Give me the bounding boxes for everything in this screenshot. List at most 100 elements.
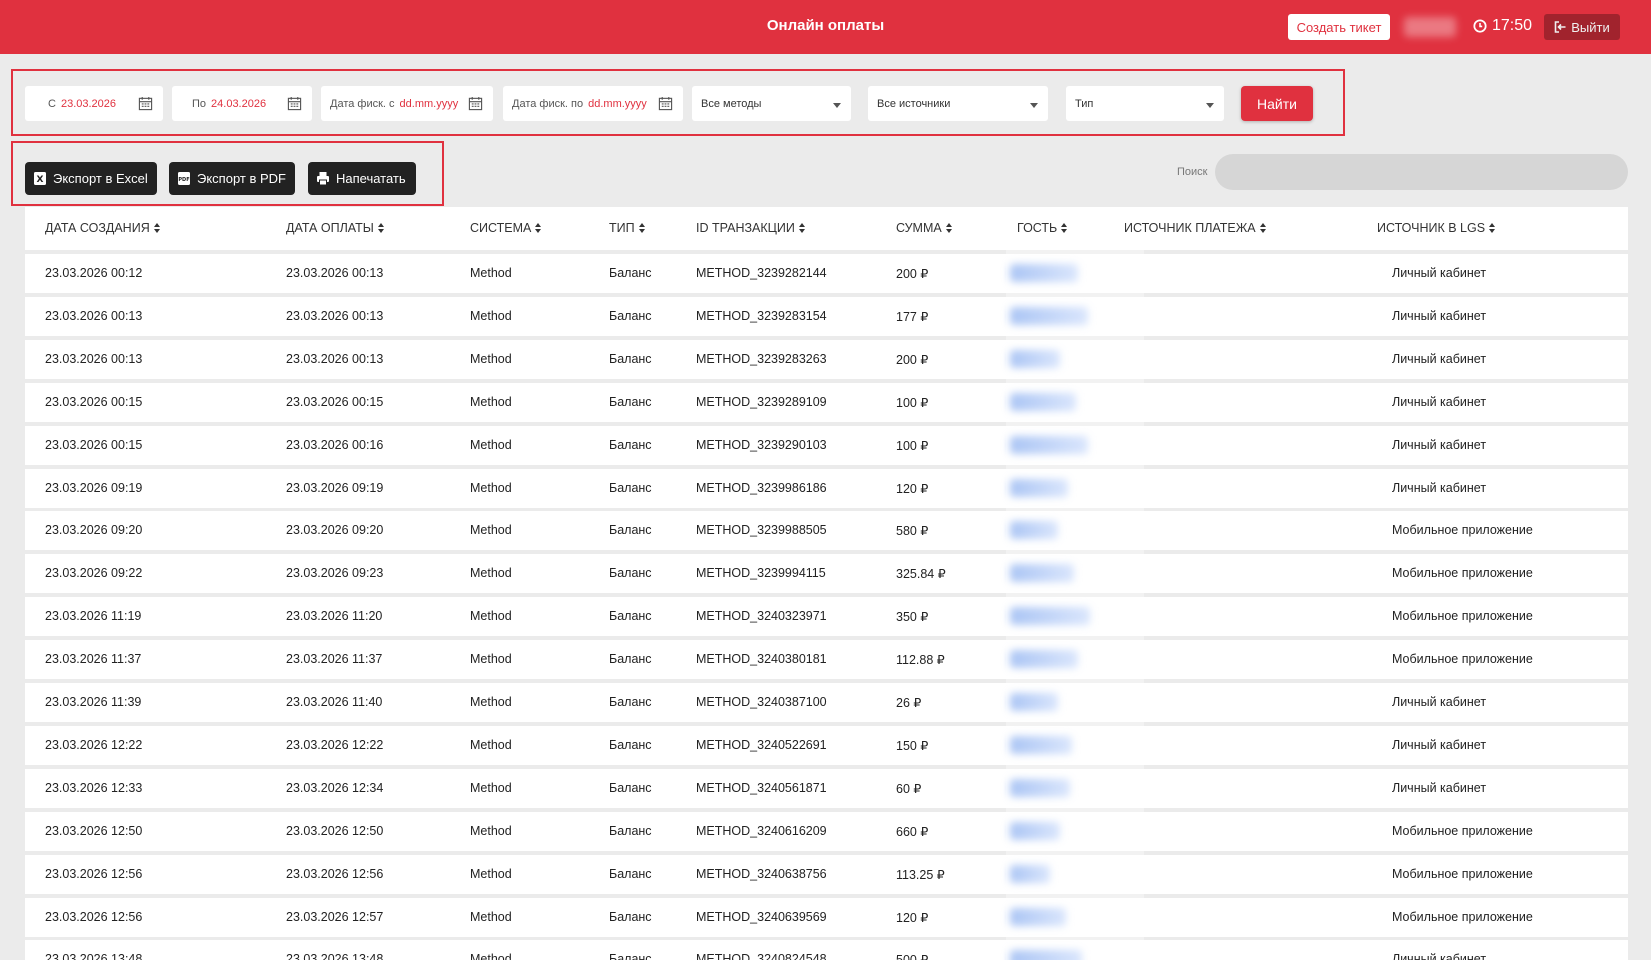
cell-created-date: 23.03.2026 09:22 [45, 566, 143, 581]
cell-amount: 177 ₽ [896, 309, 929, 324]
guest-name-blurred [1010, 264, 1078, 282]
cell-payment-date: 23.03.2026 11:40 [286, 695, 383, 709]
sort-icon [1489, 223, 1496, 233]
cell-payment-date: 23.03.2026 11:37 [286, 652, 383, 667]
cell-created-date: 23.03.2026 00:12 [45, 266, 143, 280]
export-excel-button[interactable]: X Экспорт в Excel [25, 162, 157, 195]
table-row[interactable]: 23.03.2026 12:56 23.03.2026 12:57 Method Ба… [25, 897, 1628, 937]
table-row[interactable]: 23.03.2026 00:13 23.03.2026 00:13 Method Ба… [25, 339, 1628, 379]
cell-system: Method [470, 780, 512, 795]
col-payment-source[interactable]: ИСТОЧНИК ПЛАТЕЖА [1124, 221, 1267, 235]
table-row[interactable]: 23.03.2026 09:19 23.03.2026 09:19 Method Ба… [25, 468, 1628, 508]
table-row[interactable]: 23.03.2026 00:13 23.03.2026 00:13 Method Ба… [25, 296, 1628, 336]
table-row[interactable]: 23.03.2026 00:15 23.03.2026 00:15 Method Ба… [25, 382, 1628, 422]
sort-icon [638, 223, 646, 233]
table-row[interactable]: 23.03.2026 12:22 23.03.2026 12:22 Method Ба… [25, 725, 1628, 765]
fisc-date-from-label: Дата фиск. с [330, 97, 395, 110]
col-amount-label: СУММА [896, 221, 942, 235]
type-select[interactable]: Тип [1066, 86, 1224, 121]
svg-text:PDF: PDF [178, 177, 189, 183]
cell-lgs-source: Личный кабинет [1392, 266, 1487, 280]
cell-type: Баланс [609, 480, 652, 495]
guest-name-blurred [1010, 693, 1058, 711]
cell-created-date: 23.03.2026 12:33 [45, 780, 143, 795]
table-row[interactable]: 23.03.2026 12:33 23.03.2026 12:34 Method Ба… [25, 768, 1628, 808]
cell-created-date: 23.03.2026 00:15 [45, 437, 143, 452]
search-input[interactable] [1215, 154, 1628, 190]
cell-amount: 350 ₽ [896, 610, 929, 625]
col-payment-date[interactable]: ДАТА ОПЛАТЫ [286, 221, 385, 235]
create-ticket-button[interactable]: Создать тикет [1288, 14, 1390, 40]
cell-type: Баланс [609, 523, 652, 538]
cell-created-date: 23.03.2026 00:13 [45, 351, 143, 366]
fisc-date-from-field[interactable]: Дата фиск. с dd.mm.yyyy [321, 86, 493, 121]
type-select-value: Тип [1075, 97, 1094, 110]
date-from-field[interactable]: С 23.03.2026 [25, 86, 163, 121]
col-type[interactable]: ТИП [609, 221, 646, 235]
sort-icon [377, 223, 385, 233]
col-transaction-id[interactable]: ID ТРАНЗАКЦИИ [696, 221, 806, 235]
date-to-field[interactable]: По 24.03.2026 [172, 86, 312, 121]
table-row[interactable]: 23.03.2026 09:20 23.03.2026 09:20 Method Ба… [25, 511, 1628, 551]
cell-transaction-id: METHOD_3239986186 [696, 480, 827, 495]
cell-amount: 26 ₽ [896, 696, 922, 710]
guest-name-blurred [1010, 349, 1060, 368]
col-guest-label: ГОСТЬ [1017, 221, 1058, 235]
col-created-date[interactable]: ДАТА СОЗДАНИЯ [45, 221, 161, 235]
cell-created-date: 23.03.2026 11:37 [45, 652, 142, 667]
table-row[interactable]: 23.03.2026 00:12 23.03.2026 00:13 Method Ба… [25, 254, 1628, 293]
cell-type: Баланс [609, 394, 652, 409]
cell-payment-date: 23.03.2026 12:34 [286, 780, 384, 795]
clock: 17:50 [1473, 17, 1532, 35]
col-lgs-source[interactable]: ИСТОЧНИК В LGS [1377, 221, 1496, 235]
caret-down-icon [1030, 103, 1038, 108]
caret-down-icon [833, 103, 841, 108]
cell-payment-date: 23.03.2026 12:22 [286, 737, 384, 752]
table-row[interactable]: 23.03.2026 09:22 23.03.2026 09:23 Method Ба… [25, 554, 1628, 594]
methods-select[interactable]: Все методы [692, 86, 851, 121]
svg-text:X: X [37, 175, 44, 185]
table-row[interactable]: 23.03.2026 00:15 23.03.2026 00:16 Method Ба… [25, 425, 1628, 465]
calendar-icon[interactable] [287, 96, 302, 111]
fisc-date-to-field[interactable]: Дата фиск. по dd.mm.yyyy [503, 86, 683, 121]
cell-lgs-source: Мобильное приложение [1392, 566, 1533, 581]
col-amount[interactable]: СУММА [896, 221, 953, 235]
table-row[interactable]: 23.03.2026 13:48 23.03.2026 13:48 Method Ба… [25, 940, 1628, 960]
sort-icon [1259, 223, 1267, 233]
cell-system: Method [470, 652, 512, 667]
cell-created-date: 23.03.2026 09:19 [45, 480, 143, 495]
table-row[interactable]: 23.03.2026 11:37 23.03.2026 11:37 Method Ба… [25, 640, 1628, 680]
table-row[interactable]: 23.03.2026 12:56 23.03.2026 12:56 Method Ба… [25, 854, 1628, 894]
guest-name-blurred [1010, 778, 1070, 797]
cell-type: Баланс [609, 437, 652, 452]
guest-name-blurred [1010, 950, 1082, 960]
cell-transaction-id: METHOD_3240323971 [696, 609, 827, 624]
cell-amount: 200 ₽ [896, 267, 929, 281]
cell-payment-date: 23.03.2026 00:15 [286, 394, 384, 409]
cell-lgs-source: Личный кабинет [1392, 780, 1487, 795]
calendar-icon[interactable] [138, 96, 153, 111]
calendar-icon[interactable] [658, 96, 673, 111]
sources-select[interactable]: Все источники [868, 86, 1048, 121]
table-row[interactable]: 23.03.2026 11:39 23.03.2026 11:40 Method Ба… [25, 683, 1628, 722]
table-row[interactable]: 23.03.2026 12:50 23.03.2026 12:50 Method Ба… [25, 811, 1628, 851]
cell-lgs-source: Мобильное приложение [1392, 523, 1533, 538]
sort-icon [535, 223, 542, 233]
cell-transaction-id: METHOD_3239988505 [696, 523, 827, 538]
find-button[interactable]: Найти [1241, 86, 1313, 121]
logout-button[interactable]: Выйти [1544, 14, 1620, 40]
table-header: ДАТА СОЗДАНИЯ ДАТА ОПЛАТЫ СИСТЕМА ТИП ID… [25, 207, 1628, 250]
cell-type: Баланс [609, 866, 652, 881]
cell-lgs-source: Мобильное приложение [1392, 909, 1533, 924]
col-guest[interactable]: ГОСТЬ [1017, 221, 1068, 235]
table-row[interactable]: 23.03.2026 11:19 23.03.2026 11:20 Method Ба… [25, 597, 1628, 637]
print-button[interactable]: Напечатать [308, 162, 416, 195]
export-pdf-button[interactable]: PDF Экспорт в PDF [169, 162, 295, 195]
cell-transaction-id: METHOD_3240561871 [696, 780, 827, 795]
calendar-icon[interactable] [468, 96, 483, 111]
sort-icon [945, 223, 953, 233]
col-system[interactable]: СИСТЕМА [470, 221, 542, 235]
col-payment-date-label: ДАТА ОПЛАТЫ [286, 221, 374, 235]
cell-created-date: 23.03.2026 11:19 [45, 609, 142, 624]
cell-system: Method [470, 609, 512, 624]
